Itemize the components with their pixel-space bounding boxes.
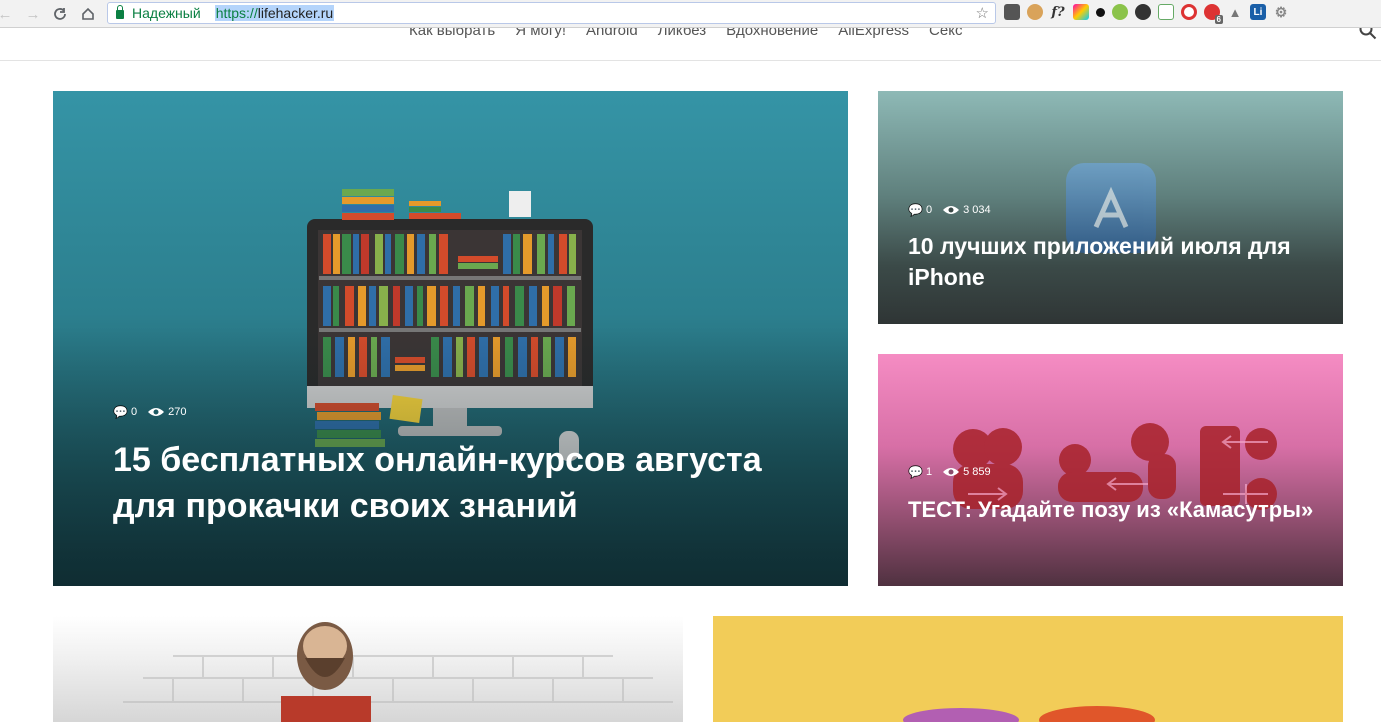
nav-item-basics[interactable]: Ликбез [658, 28, 706, 39]
dot-icon[interactable] [1096, 7, 1105, 17]
lock-icon [116, 4, 124, 19]
color-picker-icon[interactable] [1073, 4, 1089, 20]
target-icon[interactable] [1181, 4, 1197, 20]
article-card-portrait[interactable] [53, 616, 683, 722]
article-title[interactable]: 15 бесплатных онлайн-курсов августа для … [113, 437, 793, 529]
comments-value: 0 [130, 406, 138, 418]
nav-item-how-to-choose[interactable]: Как выбрать [409, 28, 495, 39]
comment-icon: 💬 [908, 203, 923, 217]
views-count: 5 859 [942, 466, 991, 478]
extensions-bar: f? 6 ▲ Li ⚙ [1004, 4, 1289, 24]
settings-gear-icon[interactable]: ⚙ [1273, 4, 1289, 20]
browser-toolbar: ← → Надежный https://lifehacker.ru ☆ f? … [0, 0, 1381, 28]
eye-icon [943, 206, 960, 214]
views-value: 270 [168, 406, 187, 418]
back-arrow-icon[interactable]: ← [0, 3, 16, 25]
views-value: 3 034 [963, 204, 991, 216]
comment-icon: 💬 [908, 465, 923, 479]
article-card-iphone-apps[interactable]: 💬 0 3 034 10 лучших приложений июля для i… [878, 91, 1343, 324]
secure-label: Надежный [132, 5, 201, 21]
nav-item-android[interactable]: Android [586, 28, 638, 39]
views-count: 3 034 [942, 204, 991, 216]
site-navigation: Как выбрать Я могу! Android Ликбез Вдохн… [0, 28, 1381, 61]
url-host: lifehacker.ru [257, 5, 334, 21]
colorful-objects-image [903, 706, 1155, 722]
eye-icon [943, 468, 960, 476]
url-scheme: https:// [215, 5, 258, 21]
formula-icon[interactable]: f? [1050, 4, 1066, 20]
url-text[interactable]: https://lifehacker.ru [214, 5, 335, 21]
article-title[interactable]: ТЕСТ: Угадайте позу из «Камасутры» [908, 494, 1318, 525]
views-count: 270 [147, 406, 186, 418]
notes-icon[interactable] [1158, 4, 1174, 20]
article-card-featured[interactable]: 💬 0 270 15 бесплатных онлайн-курсов авгус… [53, 91, 848, 586]
nav-item-aliexpress[interactable]: AliExpress [838, 28, 909, 39]
forward-arrow-icon[interactable]: → [22, 3, 44, 25]
nav-item-i-can[interactable]: Я могу! [515, 28, 566, 39]
views-value: 5 859 [963, 466, 991, 478]
article-title[interactable]: 10 лучших приложений июля для iPhone [908, 231, 1318, 293]
comments-count: 💬 0 [908, 203, 932, 217]
comments-count: 💬 0 [113, 405, 137, 419]
comments-value: 0 [925, 204, 933, 216]
reload-icon[interactable] [49, 3, 71, 25]
adblock-badge: 6 [1214, 15, 1223, 24]
article-meta: 💬 0 3 034 [908, 203, 991, 217]
linkedin-icon[interactable]: Li [1250, 4, 1266, 20]
home-icon[interactable] [77, 3, 99, 25]
address-bar[interactable]: Надежный https://lifehacker.ru ☆ [107, 2, 996, 24]
article-meta: 💬 0 270 [113, 405, 186, 419]
adblock-icon[interactable]: 6 [1204, 4, 1223, 24]
article-card-kamasutra-test[interactable]: 💬 1 5 859 ТЕСТ: Угадайте позу из «Камасут… [878, 354, 1343, 586]
cookie-icon[interactable] [1027, 4, 1043, 20]
warning-icon[interactable]: ▲ [1227, 4, 1243, 20]
eye-icon [148, 408, 165, 416]
camera-icon[interactable] [1135, 4, 1151, 20]
nav-item-sex[interactable]: Секс [929, 28, 962, 39]
man-portrait [281, 622, 371, 722]
nav-item-inspiration[interactable]: Вдохновение [726, 28, 818, 39]
comments-value: 1 [925, 466, 933, 478]
bookmark-star-icon[interactable]: ☆ [976, 4, 989, 22]
article-meta: 💬 1 5 859 [908, 465, 991, 479]
comments-count: 💬 1 [908, 465, 932, 479]
comment-icon: 💬 [113, 405, 128, 419]
brick-wall-image [123, 622, 673, 722]
nav-menu: Как выбрать Я могу! Android Ликбез Вдохн… [409, 28, 962, 39]
pocket-icon[interactable] [1004, 4, 1020, 20]
article-card-yellow[interactable] [713, 616, 1343, 722]
bowl-icon[interactable] [1112, 4, 1128, 20]
search-icon[interactable] [1359, 28, 1377, 40]
